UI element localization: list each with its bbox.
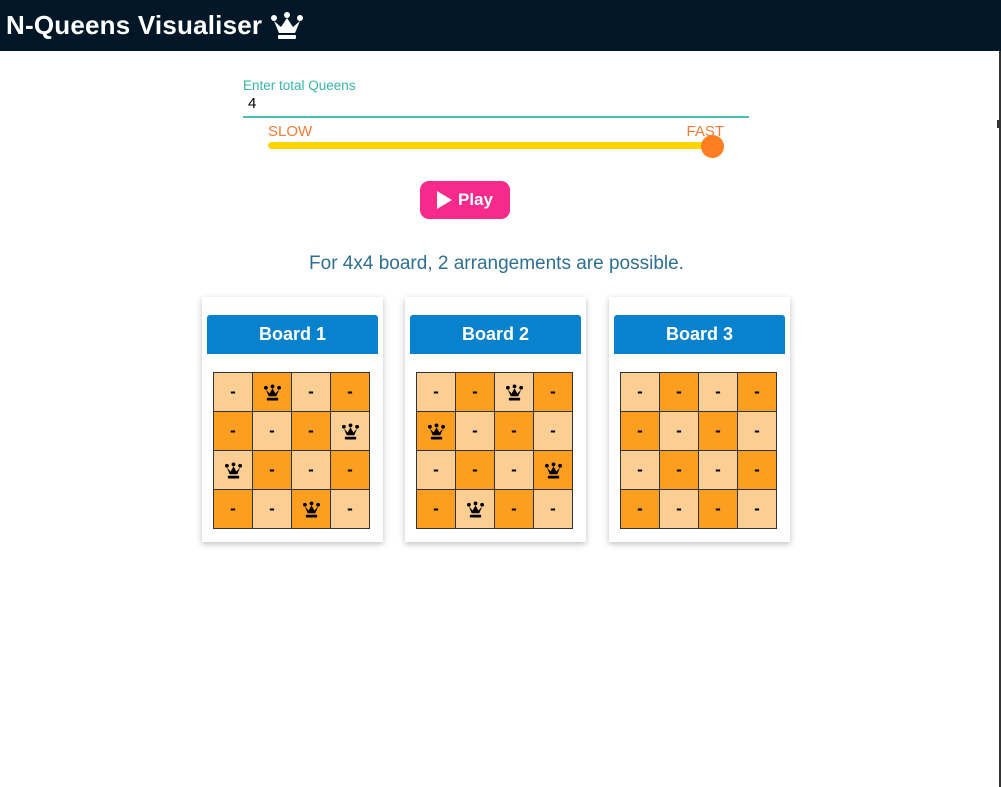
speed-slider[interactable] [268,142,712,149]
board-card-2: Board 2 ------------ [405,297,586,542]
empty-cell: - [291,372,331,412]
empty-cell: - [213,372,253,412]
empty-cell: - [494,450,534,490]
queen-cell [533,450,573,490]
queen-cell [416,411,456,451]
empty-cell: - [659,411,699,451]
empty-cell: - [533,411,573,451]
board-row: --- [213,450,370,490]
empty-cell: - [620,450,660,490]
empty-cell: - [737,450,777,490]
empty-cell: - [533,372,573,412]
empty-cell: - [416,450,456,490]
queens-field: Enter total Queens [243,78,749,118]
empty-cell: - [416,489,456,529]
empty-cell: - [620,489,660,529]
board-title: Board 3 [614,315,785,354]
queen-cell [291,489,331,529]
empty-cell: - [698,372,738,412]
board-row: --- [416,372,573,412]
chess-board: ------------ [213,372,370,529]
queen-icon [263,384,281,401]
queen-icon [427,423,445,440]
queen-cell [252,372,292,412]
empty-cell: - [698,450,738,490]
board-card-1: Board 1 ------------ [202,297,383,542]
empty-cell: - [620,411,660,451]
play-button-label: Play [458,190,493,209]
empty-cell: - [494,411,534,451]
queen-icon [224,462,242,479]
empty-cell: - [252,411,292,451]
queen-cell [213,450,253,490]
board-row: ---- [620,450,777,490]
queens-input[interactable] [243,94,749,118]
board-card-3: Board 3 ---------------- [609,297,790,542]
queen-cell [494,372,534,412]
board-row: --- [213,489,370,529]
empty-cell: - [330,489,370,529]
empty-cell: - [737,489,777,529]
board-row: ---- [620,411,777,451]
board-row: ---- [620,489,777,529]
empty-cell: - [455,450,495,490]
queen-icon [302,501,320,518]
board-row: ---- [620,372,777,412]
chess-board: ---------------- [620,372,777,529]
empty-cell: - [494,489,534,529]
speed-slider-thumb[interactable] [701,135,724,158]
board-title: Board 1 [207,315,378,354]
queens-input-label: Enter total Queens [243,78,356,93]
empty-cell: - [620,372,660,412]
play-icon [437,191,452,209]
empty-cell: - [213,411,253,451]
board-row: --- [416,489,573,529]
window-edge-marker [997,120,1001,128]
board-row: --- [416,411,573,451]
empty-cell: - [698,489,738,529]
board-row: --- [416,450,573,490]
empty-cell: - [737,372,777,412]
empty-cell: - [213,489,253,529]
top-bar: N-Queens Visualiser [0,0,1001,51]
empty-cell: - [455,372,495,412]
queen-cell [455,489,495,529]
empty-cell: - [455,411,495,451]
chess-board: ------------ [416,372,573,529]
empty-cell: - [416,372,456,412]
empty-cell: - [659,450,699,490]
queen-icon [466,501,484,518]
empty-cell: - [533,489,573,529]
empty-cell: - [252,450,292,490]
queen-icon [341,423,359,440]
empty-cell: - [659,489,699,529]
queen-icon [544,462,562,479]
app-title: N-Queens Visualiser [6,10,304,41]
arrangements-summary: For 4x4 board, 2 arrangements are possib… [309,253,684,274]
app-title-text: N-Queens Visualiser [6,10,263,40]
empty-cell: - [698,411,738,451]
empty-cell: - [291,450,331,490]
empty-cell: - [659,372,699,412]
empty-cell: - [330,450,370,490]
queen-cell [330,411,370,451]
board-row: --- [213,372,370,412]
empty-cell: - [291,411,331,451]
speed-slow-label: SLOW [268,123,313,140]
empty-cell: - [737,411,777,451]
empty-cell: - [252,489,292,529]
crown-icon [271,11,304,39]
queen-icon [505,384,523,401]
play-button[interactable]: Play [420,181,510,219]
board-row: --- [213,411,370,451]
board-title: Board 2 [410,315,581,354]
empty-cell: - [330,372,370,412]
